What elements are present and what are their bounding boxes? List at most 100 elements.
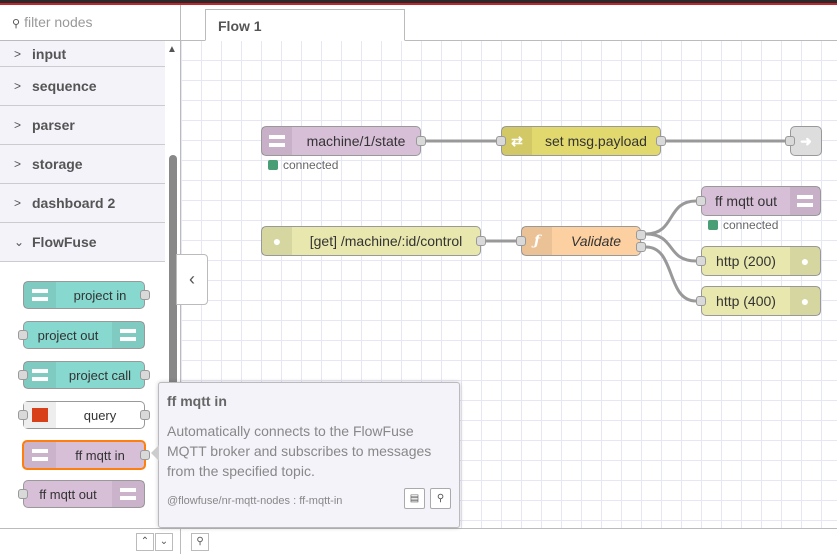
- chevron-down-icon: ⌄: [14, 235, 25, 249]
- input-port[interactable]: [696, 256, 706, 266]
- palette-footer: ⌃ ⌄: [0, 528, 180, 554]
- category-parser[interactable]: > parser: [0, 106, 165, 145]
- node-label: http (200): [716, 253, 776, 269]
- palette-node-query[interactable]: query: [18, 401, 150, 429]
- output-port[interactable]: [656, 136, 666, 146]
- chevron-left-icon: ‹: [189, 269, 195, 289]
- output-port: [140, 290, 150, 300]
- search-icon[interactable]: ⚲: [430, 488, 451, 509]
- flow-node-function[interactable]: ƒ Validate: [516, 226, 646, 256]
- status-dot: [708, 220, 718, 230]
- chevron-right-icon: >: [14, 79, 22, 93]
- node-label: set msg.payload: [545, 133, 647, 149]
- chevron-right-icon: >: [14, 46, 22, 61]
- query-icon: [24, 402, 56, 428]
- input-port[interactable]: [696, 296, 706, 306]
- workspace-tabs: Flow 1: [181, 5, 837, 41]
- shuffle-icon: ⇄: [502, 127, 532, 155]
- node-status: connected: [708, 218, 778, 232]
- tab-flow-1[interactable]: Flow 1: [205, 9, 405, 41]
- node-label: ff mqtt in: [75, 447, 125, 463]
- tooltip-module: @flowfuse/nr-mqtt-nodes : ff-mqtt-in: [167, 495, 343, 507]
- filter-placeholder: filter nodes: [24, 14, 93, 30]
- status-dot: [268, 160, 278, 170]
- flow-node-http-400[interactable]: http (400) ●: [696, 286, 821, 316]
- node-label: project in: [73, 287, 127, 303]
- tooltip-description: Automatically connects to the FlowFuse M…: [167, 423, 432, 479]
- category-label: FlowFuse: [32, 234, 97, 250]
- node-help-tooltip: ff mqtt in Automatically connects to the…: [151, 382, 460, 528]
- bridge-icon: [24, 282, 56, 308]
- node-label: machine/1/state: [306, 133, 406, 149]
- bridge-icon: [24, 362, 56, 388]
- output-port: [140, 450, 150, 460]
- canvas-footer: ⚲: [181, 528, 837, 554]
- node-label: Validate: [570, 233, 622, 249]
- input-port[interactable]: [785, 136, 795, 146]
- globe-icon: ●: [262, 227, 292, 255]
- input-port: [18, 330, 28, 340]
- output-port[interactable]: [476, 236, 486, 246]
- output-port-1[interactable]: [636, 230, 646, 240]
- palette-node-project-call[interactable]: project call: [18, 361, 150, 389]
- palette-node-ff-mqtt-out[interactable]: ff mqtt out: [18, 480, 145, 508]
- category-flowfuse[interactable]: ⌄ FlowFuse: [0, 223, 165, 262]
- toggle-palette-button[interactable]: ‹: [176, 254, 208, 305]
- flow-node-http-200[interactable]: http (200) ●: [696, 246, 821, 276]
- input-port: [18, 489, 28, 499]
- output-port: [140, 370, 150, 380]
- search-icon: ⚲: [12, 18, 21, 30]
- flow-node-mqtt-in[interactable]: machine/1/state: [261, 126, 426, 156]
- flow-node-http-in[interactable]: ● [get] /machine/:id/control: [261, 226, 486, 256]
- node-label: ff mqtt out: [39, 486, 97, 502]
- flow-node-change[interactable]: ⇄ set msg.payload: [496, 126, 666, 156]
- input-port: [18, 410, 28, 420]
- globe-icon: ●: [790, 287, 820, 315]
- output-port-2[interactable]: [636, 242, 646, 252]
- category-dashboard-2[interactable]: > dashboard 2: [0, 184, 165, 223]
- palette-node-project-in[interactable]: project in: [23, 281, 150, 309]
- bridge-icon: [112, 481, 144, 507]
- category-input[interactable]: > input: [0, 41, 165, 67]
- palette-node-ff-mqtt-in[interactable]: ff mqtt in: [22, 440, 150, 470]
- globe-icon: ●: [790, 247, 820, 275]
- category-label: sequence: [32, 78, 97, 94]
- input-port: [18, 370, 28, 380]
- input-port[interactable]: [496, 136, 506, 146]
- node-label: ff mqtt out: [715, 193, 777, 209]
- input-port[interactable]: [696, 196, 706, 206]
- book-icon[interactable]: ▤: [404, 488, 425, 509]
- palette-filter-input[interactable]: ⚲ filter nodes: [0, 5, 180, 41]
- chevron-right-icon: >: [14, 196, 22, 210]
- bridge-icon: [24, 442, 56, 468]
- scroll-up-icon[interactable]: ▲: [167, 44, 177, 55]
- flow-node-mqtt-out[interactable]: ff mqtt out: [696, 186, 821, 216]
- output-port[interactable]: [416, 136, 426, 146]
- flow-node-link-out[interactable]: ➜: [785, 126, 822, 156]
- category-label: input: [32, 45, 67, 62]
- node-label: project call: [68, 367, 132, 383]
- output-port: [140, 410, 150, 420]
- palette-node-project-out[interactable]: project out: [18, 321, 145, 349]
- function-icon: ƒ: [522, 227, 552, 255]
- category-storage[interactable]: > storage: [0, 145, 165, 184]
- link-out-icon: ➜: [800, 132, 812, 149]
- input-port[interactable]: [516, 236, 526, 246]
- category-label: dashboard 2: [32, 195, 116, 211]
- bridge-icon: [262, 127, 292, 155]
- category-sequence[interactable]: > sequence: [0, 67, 165, 106]
- status-text: connected: [723, 218, 779, 232]
- node-label: [get] /machine/:id/control: [309, 233, 463, 249]
- collapse-all-icon[interactable]: ⌃: [136, 533, 154, 551]
- node-label: query: [83, 407, 117, 423]
- node-label: project out: [37, 327, 99, 343]
- expand-all-icon[interactable]: ⌄: [155, 533, 173, 551]
- bridge-icon: [790, 187, 820, 215]
- category-label: parser: [32, 117, 75, 133]
- node-palette: ⚲ filter nodes > input > sequence > parser >…: [0, 5, 181, 554]
- search-flows-icon[interactable]: ⚲: [191, 533, 209, 551]
- node-label: http (400): [716, 293, 776, 309]
- tooltip-title: ff mqtt in: [167, 393, 227, 409]
- status-text: connected: [283, 158, 339, 172]
- category-label: storage: [32, 156, 83, 172]
